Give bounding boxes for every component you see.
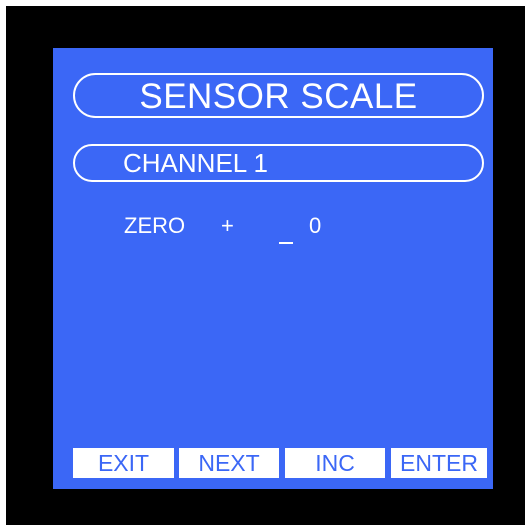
exit-button[interactable]: EXIT	[73, 448, 174, 478]
next-button[interactable]: NEXT	[179, 448, 279, 478]
display-screen: SENSOR SCALE CHANNEL 1 ZERO + 0 EXIT NEX…	[53, 48, 493, 489]
parameter-sign: +	[221, 213, 234, 238]
device-bezel: SENSOR SCALE CHANNEL 1 ZERO + 0 EXIT NEX…	[6, 6, 525, 525]
screen-title: SENSOR SCALE	[73, 73, 484, 118]
parameter-value[interactable]: 0	[309, 213, 321, 239]
parameter-label: ZERO	[124, 213, 186, 238]
softkey-bar: EXIT NEXT INC ENTER	[73, 448, 487, 478]
edit-cursor	[279, 242, 293, 244]
enter-button[interactable]: ENTER	[391, 448, 487, 478]
zero-parameter-row: ZERO + 0	[53, 208, 493, 258]
channel-selector[interactable]: CHANNEL 1	[73, 144, 484, 182]
increment-button[interactable]: INC	[285, 448, 385, 478]
